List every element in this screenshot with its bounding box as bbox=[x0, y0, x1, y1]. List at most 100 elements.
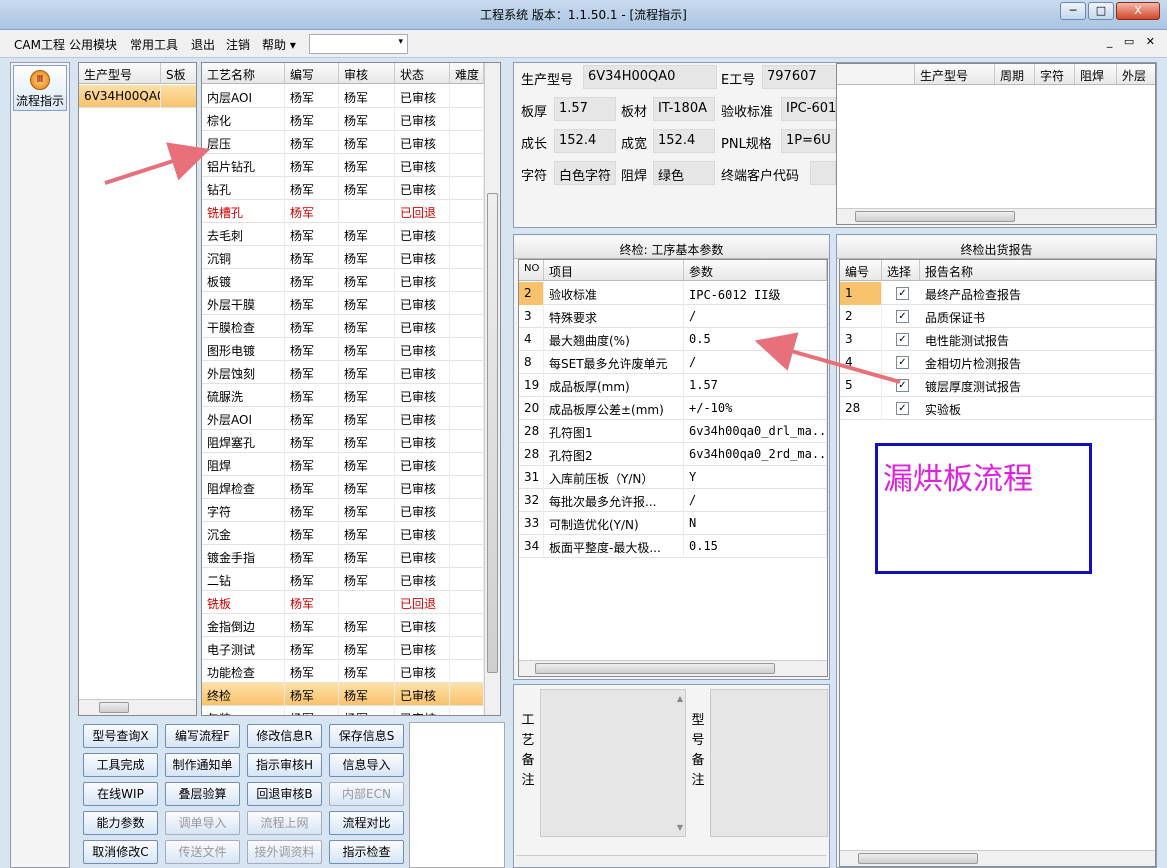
col-select[interactable]: 选择 bbox=[882, 260, 920, 281]
table-row[interactable]: 干膜检查 杨军 杨军 已审核 bbox=[202, 315, 484, 338]
close-button[interactable]: X bbox=[1116, 2, 1160, 20]
action-button[interactable]: 能力参数 bbox=[83, 811, 158, 835]
table-row[interactable]: 32 每批次最多允许报... / bbox=[519, 489, 827, 512]
table-row[interactable]: 2 ✓ 品质保证书 bbox=[840, 305, 1155, 328]
char-field[interactable]: 白色字符 bbox=[554, 161, 616, 185]
customer-code-field[interactable] bbox=[810, 161, 836, 185]
table-row[interactable]: 铣槽孔 杨军 已回退 bbox=[202, 200, 484, 223]
col-number[interactable]: 编号 bbox=[840, 260, 882, 281]
table-row[interactable]: 图形电镀 杨军 杨军 已审核 bbox=[202, 338, 484, 361]
menu-cam[interactable]: CAM工程 bbox=[14, 36, 65, 53]
table-row[interactable]: 外层AOI 杨军 杨军 已审核 bbox=[202, 407, 484, 430]
length-field[interactable]: 152.4 bbox=[554, 129, 616, 153]
table-row[interactable]: 1 ✓ 最终产品检查报告 bbox=[840, 282, 1155, 305]
action-button[interactable]: 保存信息S bbox=[329, 724, 404, 748]
action-button[interactable]: 编写流程F bbox=[165, 724, 240, 748]
table-row[interactable]: 2 验收标准 IPC-6012 II级 bbox=[519, 282, 827, 305]
col-mask[interactable]: 阻焊 bbox=[1075, 64, 1117, 85]
col-item[interactable]: 项目 bbox=[544, 260, 684, 281]
table-row[interactable]: 34 板面平整度-最大极... 0.15 bbox=[519, 535, 827, 558]
reports-hscroll[interactable] bbox=[840, 850, 1155, 866]
action-button[interactable]: 叠层验算 bbox=[165, 782, 240, 806]
table-row[interactable]: 板镀 杨军 杨军 已审核 bbox=[202, 269, 484, 292]
scroll-down-icon[interactable]: ▼ bbox=[677, 823, 683, 832]
col-difficulty[interactable]: 难度 bbox=[450, 63, 484, 84]
table-row[interactable]: 33 可制造优化(Y/N) N bbox=[519, 512, 827, 535]
table-row[interactable]: 阻焊 杨军 杨军 已审核 bbox=[202, 453, 484, 476]
checkbox[interactable]: ✓ bbox=[896, 402, 909, 415]
col-outer[interactable]: 外层 bbox=[1117, 64, 1155, 85]
action-button[interactable]: 内部ECN bbox=[329, 782, 404, 806]
table-row[interactable]: 字符 杨军 杨军 已审核 bbox=[202, 499, 484, 522]
scroll-thumb[interactable] bbox=[855, 211, 1015, 222]
params-hscroll[interactable] bbox=[519, 660, 827, 676]
menu-help[interactable]: 帮助 ▾ bbox=[262, 36, 296, 53]
table-row[interactable]: 5 ✓ 镀层厚度测试报告 bbox=[840, 374, 1155, 397]
thick-field[interactable]: 1.57 bbox=[554, 97, 616, 121]
action-button[interactable]: 流程对比 bbox=[329, 811, 404, 835]
col-model[interactable]: 生产型号 bbox=[79, 63, 161, 84]
process-notes-field[interactable]: ▲ ▼ bbox=[540, 689, 686, 837]
right-grid-hscroll[interactable] bbox=[837, 208, 1155, 224]
col-param[interactable]: 参数 bbox=[684, 260, 827, 281]
action-button[interactable]: 调单导入 bbox=[165, 811, 240, 835]
table-row[interactable]: 内层AOI 杨军 杨军 已审核 bbox=[202, 85, 484, 108]
action-button[interactable]: 回退审核B bbox=[247, 782, 322, 806]
table-row[interactable]: 电子测试 杨军 杨军 已审核 bbox=[202, 637, 484, 660]
menu-exit[interactable]: 退出 bbox=[191, 36, 215, 53]
table-row[interactable]: 阻焊塞孔 杨军 杨军 已审核 bbox=[202, 430, 484, 453]
col-model[interactable]: 生产型号 bbox=[915, 64, 995, 85]
table-row[interactable]: 金指倒边 杨军 杨军 已审核 bbox=[202, 614, 484, 637]
table-row[interactable]: 包装杨军杨军已审核 bbox=[202, 706, 484, 715]
menu-combo[interactable]: ▾ bbox=[309, 34, 408, 54]
table-row[interactable]: 31 入库前压板（Y/N） Y bbox=[519, 466, 827, 489]
table-row[interactable]: 钻孔 杨军 杨军 已审核 bbox=[202, 177, 484, 200]
maximize-button[interactable]: □ bbox=[1088, 2, 1114, 20]
table-row[interactable]: 阻焊检查 杨军 杨军 已审核 bbox=[202, 476, 484, 499]
action-button[interactable]: 流程上网 bbox=[247, 811, 322, 835]
table-row[interactable]: 铝片钻孔 杨军 杨军 已审核 bbox=[202, 154, 484, 177]
table-row[interactable]: 8 每SET最多允许废单元 / bbox=[519, 351, 827, 374]
col-writer[interactable]: 编写 bbox=[285, 63, 339, 84]
action-button[interactable]: 接外调资料 bbox=[247, 840, 322, 864]
checkbox[interactable]: ✓ bbox=[896, 356, 909, 369]
mdi-controls[interactable]: _ ▭ ✕ bbox=[1107, 35, 1159, 48]
std-field[interactable]: IPC-601 bbox=[781, 97, 836, 121]
table-row[interactable]: 19 成品板厚(mm) 1.57 bbox=[519, 374, 827, 397]
table-row[interactable]: 终检 杨军 杨军 已审核 bbox=[202, 683, 484, 706]
action-button[interactable]: 信息导入 bbox=[329, 753, 404, 777]
col-no[interactable]: NO bbox=[519, 260, 544, 281]
table-row[interactable]: 棕化 杨军 杨军 已审核 bbox=[202, 108, 484, 131]
model-hscroll[interactable] bbox=[79, 699, 196, 715]
table-row[interactable]: 外层干膜 杨军 杨军 已审核 bbox=[202, 292, 484, 315]
scroll-thumb[interactable] bbox=[487, 193, 498, 673]
col-process-name[interactable]: 工艺名称 bbox=[202, 63, 285, 84]
table-row[interactable]: 4 ✓ 金相切片检测报告 bbox=[840, 351, 1155, 374]
table-row[interactable]: 6V34H00QA0 bbox=[79, 85, 196, 108]
table-row[interactable]: 二钻 杨军 杨军 已审核 bbox=[202, 568, 484, 591]
model-notes-field[interactable] bbox=[710, 689, 828, 837]
table-row[interactable]: 沉金 杨军 杨军 已审核 bbox=[202, 522, 484, 545]
width-field[interactable]: 152.4 bbox=[653, 129, 715, 153]
table-row[interactable]: 28 孔符图1 6v34h00qa0_drl_ma... bbox=[519, 420, 827, 443]
mask-field[interactable]: 绿色 bbox=[653, 161, 715, 185]
action-button[interactable]: 修改信息R bbox=[247, 724, 322, 748]
col-cycle[interactable]: 周期 bbox=[995, 64, 1035, 85]
nav-process-button[interactable]: Ⅲ 流程指示 bbox=[13, 65, 67, 111]
table-row[interactable]: 外层蚀刻 杨军 杨军 已审核 bbox=[202, 361, 484, 384]
scroll-up-icon[interactable]: ▲ bbox=[677, 694, 683, 703]
table-row[interactable]: 沉铜 杨军 杨军 已审核 bbox=[202, 246, 484, 269]
scroll-thumb[interactable] bbox=[858, 853, 978, 864]
col-s-board[interactable]: S板 bbox=[161, 63, 196, 84]
action-button[interactable]: 型号查询X bbox=[83, 724, 158, 748]
table-row[interactable]: 去毛刺 杨军 杨军 已审核 bbox=[202, 223, 484, 246]
action-button[interactable]: 取消修改C bbox=[83, 840, 158, 864]
table-row[interactable]: 层压 杨军 杨军 已审核 bbox=[202, 131, 484, 154]
table-row[interactable]: 28 孔符图2 6v34h00qa0_2rd_ma... bbox=[519, 443, 827, 466]
col-reviewer[interactable]: 审核 bbox=[339, 63, 395, 84]
col-status[interactable]: 状态 bbox=[395, 63, 450, 84]
table-row[interactable]: 4 最大翘曲度(%) 0.5 bbox=[519, 328, 827, 351]
checkbox[interactable]: ✓ bbox=[896, 310, 909, 323]
menu-common-modules[interactable]: 公用模块 bbox=[69, 36, 117, 53]
notes-hscroll[interactable] bbox=[516, 855, 826, 867]
